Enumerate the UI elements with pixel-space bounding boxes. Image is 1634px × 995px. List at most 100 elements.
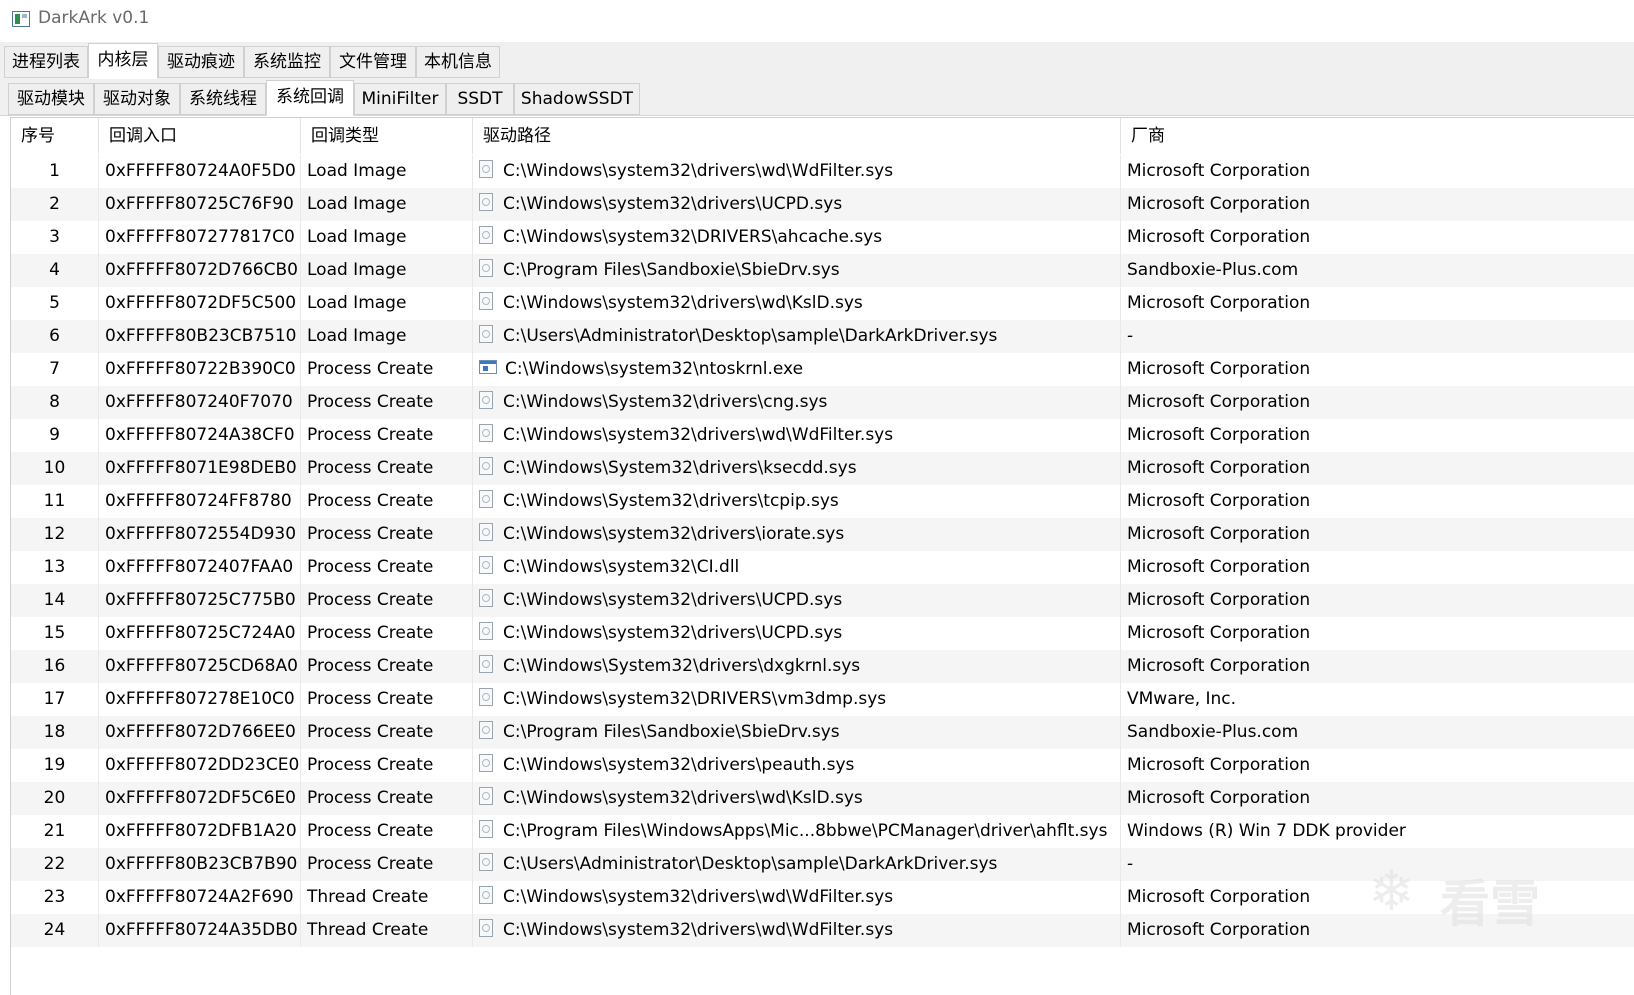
callback-entry: 0xFFFFF80724FF8780 bbox=[99, 485, 301, 518]
callback-type: Process Create bbox=[301, 485, 473, 518]
callback-type: Load Image bbox=[301, 320, 473, 353]
row-index: 8 bbox=[11, 386, 99, 419]
callback-type: Load Image bbox=[301, 254, 473, 287]
file-icon bbox=[479, 424, 493, 442]
file-icon bbox=[479, 193, 493, 211]
vendor: Microsoft Corporation bbox=[1127, 590, 1311, 610]
table-row[interactable]: 1 0xFFFFF80724A0F5D0 Load Image C:\Windows\… bbox=[11, 155, 1634, 188]
file-icon bbox=[479, 688, 493, 706]
tab-process-list[interactable]: 进程列表 bbox=[4, 46, 88, 78]
column-header-type[interactable]: 回调类型 bbox=[301, 118, 473, 154]
driver-path: C:\Windows\system32\DRIVERS\ahcache.sys bbox=[503, 227, 883, 247]
driver-path-cell: C:\Users\Administrator\Desktop\sample\Da… bbox=[473, 848, 1121, 881]
callback-entry: 0xFFFFF8072554D930 bbox=[99, 518, 301, 551]
tab-shadowssdt[interactable]: ShadowSSDT bbox=[514, 83, 640, 115]
callback-entry: 0xFFFFF807277817C0 bbox=[99, 221, 301, 254]
sub-tab-bar: 驱动模块 驱动对象 系统线程 系统回调 MiniFilter SSDT Shad… bbox=[0, 78, 1634, 116]
vendor: Microsoft Corporation bbox=[1127, 458, 1311, 478]
driver-path-cell: C:\Windows\system32\drivers\iorate.sys bbox=[473, 518, 1121, 551]
table-row[interactable]: 7 0xFFFFF80722B390C0 Process Create C:\Wind… bbox=[11, 353, 1634, 386]
callback-type: Load Image bbox=[301, 155, 473, 188]
driver-path-cell: C:\Windows\system32\drivers\wd\KslD.sys bbox=[473, 287, 1121, 320]
tab-system-callbacks[interactable]: 系统回调 bbox=[266, 80, 354, 116]
callback-type: Process Create bbox=[301, 584, 473, 617]
table-row[interactable]: 8 0xFFFFF807240F7070 Process Create C:\Wind… bbox=[11, 386, 1634, 419]
table-row[interactable]: 14 0xFFFFF80725C775B0 Process Create C:\Win… bbox=[11, 584, 1634, 617]
row-index: 18 bbox=[11, 716, 99, 749]
file-icon bbox=[479, 490, 493, 508]
driver-path-cell: C:\Windows\System32\drivers\dxgkrnl.sys bbox=[473, 650, 1121, 683]
table-row[interactable]: 16 0xFFFFF80725CD68A0 Process Create C:\Win… bbox=[11, 650, 1634, 683]
table-row[interactable]: 15 0xFFFFF80725C724A0 Process Create C:\Win… bbox=[11, 617, 1634, 650]
driver-path-cell: C:\Windows\system32\drivers\UCPD.sys bbox=[473, 188, 1121, 221]
table-row[interactable]: 3 0xFFFFF807277817C0 Load Image C:\Windows\… bbox=[11, 221, 1634, 254]
callback-entry: 0xFFFFF80725C775B0 bbox=[99, 584, 301, 617]
table-row[interactable]: 19 0xFFFFF8072DD23CE0 Process Create C:\Win… bbox=[11, 749, 1634, 782]
callback-type: Process Create bbox=[301, 782, 473, 815]
tab-local-info[interactable]: 本机信息 bbox=[416, 46, 500, 78]
driver-path: C:\Windows\System32\drivers\cng.sys bbox=[503, 392, 828, 412]
file-icon bbox=[479, 754, 493, 772]
table-row[interactable]: 13 0xFFFFF8072407FAA0 Process Create C:\Win… bbox=[11, 551, 1634, 584]
table-row[interactable]: 9 0xFFFFF80724A38CF0 Process Create C:\Wind… bbox=[11, 419, 1634, 452]
driver-path-cell: C:\Windows\System32\drivers\tcpip.sys bbox=[473, 485, 1121, 518]
table-row[interactable]: 5 0xFFFFF8072DF5C500 Load Image C:\Windows\… bbox=[11, 287, 1634, 320]
callback-entry: 0xFFFFF807278E10C0 bbox=[99, 683, 301, 716]
callback-type: Thread Create bbox=[301, 881, 473, 914]
table-row[interactable]: 6 0xFFFFF80B23CB7510 Load Image C:\Users\Ad… bbox=[11, 320, 1634, 353]
callback-type: Thread Create bbox=[301, 914, 473, 947]
tab-ssdt[interactable]: SSDT bbox=[446, 83, 514, 115]
driver-path: C:\Users\Administrator\Desktop\sample\Da… bbox=[503, 326, 998, 346]
driver-path: C:\Program Files\Sandboxie\SbieDrv.sys bbox=[503, 260, 840, 280]
callback-entry: 0xFFFFF8072D766EE0 bbox=[99, 716, 301, 749]
table-row[interactable]: 12 0xFFFFF8072554D930 Process Create C:\Win… bbox=[11, 518, 1634, 551]
driver-path: C:\Windows\System32\drivers\ksecdd.sys bbox=[503, 458, 857, 478]
driver-path-cell: C:\Program Files\Sandboxie\SbieDrv.sys bbox=[473, 716, 1121, 749]
column-header-index[interactable]: 序号 bbox=[11, 118, 99, 154]
tab-minifilter[interactable]: MiniFilter bbox=[354, 83, 446, 115]
exe-icon bbox=[479, 360, 497, 374]
row-index: 10 bbox=[11, 452, 99, 485]
file-icon bbox=[479, 721, 493, 739]
table-row[interactable]: 2 0xFFFFF80725C76F90 Load Image C:\Windows\… bbox=[11, 188, 1634, 221]
tab-kernel[interactable]: 内核层 bbox=[88, 43, 158, 79]
file-icon bbox=[479, 523, 493, 541]
vendor: Microsoft Corporation bbox=[1127, 755, 1311, 775]
row-index: 12 bbox=[11, 518, 99, 551]
table-row[interactable]: 10 0xFFFFF8071E98DEB0 Process Create C:\Win… bbox=[11, 452, 1634, 485]
callback-entry: 0xFFFFF80724A2F690 bbox=[99, 881, 301, 914]
vendor: Microsoft Corporation bbox=[1127, 524, 1311, 544]
vendor: Microsoft Corporation bbox=[1127, 161, 1311, 181]
driver-path: C:\Windows\system32\drivers\UCPD.sys bbox=[503, 623, 843, 643]
vendor: Microsoft Corporation bbox=[1127, 293, 1311, 313]
column-header-entry[interactable]: 回调入口 bbox=[99, 118, 301, 154]
tab-driver-modules[interactable]: 驱动模块 bbox=[8, 83, 94, 115]
callback-entry: 0xFFFFF80B23CB7510 bbox=[99, 320, 301, 353]
vendor: Microsoft Corporation bbox=[1127, 788, 1311, 808]
column-header-path[interactable]: 驱动路径 bbox=[473, 118, 1121, 154]
table-row[interactable]: 18 0xFFFFF8072D766EE0 Process Create C:\Pro… bbox=[11, 716, 1634, 749]
table-row[interactable]: 11 0xFFFFF80724FF8780 Process Create C:\Win… bbox=[11, 485, 1634, 518]
driver-path: C:\Windows\system32\drivers\wd\KslD.sys bbox=[503, 293, 863, 313]
driver-path-cell: C:\Windows\system32\drivers\UCPD.sys bbox=[473, 584, 1121, 617]
tab-system-monitor[interactable]: 系统监控 bbox=[244, 46, 330, 78]
tab-driver-objects[interactable]: 驱动对象 bbox=[94, 83, 180, 115]
driver-path-cell: C:\Windows\system32\DRIVERS\vm3dmp.sys bbox=[473, 683, 1121, 716]
table-row[interactable]: 17 0xFFFFF807278E10C0 Process Create C:\Win… bbox=[11, 683, 1634, 716]
row-index: 4 bbox=[11, 254, 99, 287]
callback-type: Load Image bbox=[301, 221, 473, 254]
callback-type: Process Create bbox=[301, 386, 473, 419]
callback-entry: 0xFFFFF80B23CB7B90 bbox=[99, 848, 301, 881]
callback-entry: 0xFFFFF807240F7070 bbox=[99, 386, 301, 419]
table-row[interactable]: 21 0xFFFFF8072DFB1A20 Process Create C:\Pro… bbox=[11, 815, 1634, 848]
table-row[interactable]: 4 0xFFFFF8072D766CB0 Load Image C:\Program … bbox=[11, 254, 1634, 287]
tab-file-manager[interactable]: 文件管理 bbox=[330, 46, 416, 78]
driver-path-cell: C:\Users\Administrator\Desktop\sample\Da… bbox=[473, 320, 1121, 353]
driver-path: C:\Windows\system32\drivers\iorate.sys bbox=[503, 524, 845, 544]
column-header-vendor[interactable]: 厂商 bbox=[1121, 118, 1634, 154]
callback-entry: 0xFFFFF80724A0F5D0 bbox=[99, 155, 301, 188]
tab-system-threads[interactable]: 系统线程 bbox=[180, 83, 266, 115]
tab-driver-traces[interactable]: 驱动痕迹 bbox=[158, 46, 244, 78]
driver-path-cell: C:\Windows\System32\drivers\cng.sys bbox=[473, 386, 1121, 419]
table-row[interactable]: 20 0xFFFFF8072DF5C6E0 Process Create C:\Win… bbox=[11, 782, 1634, 815]
